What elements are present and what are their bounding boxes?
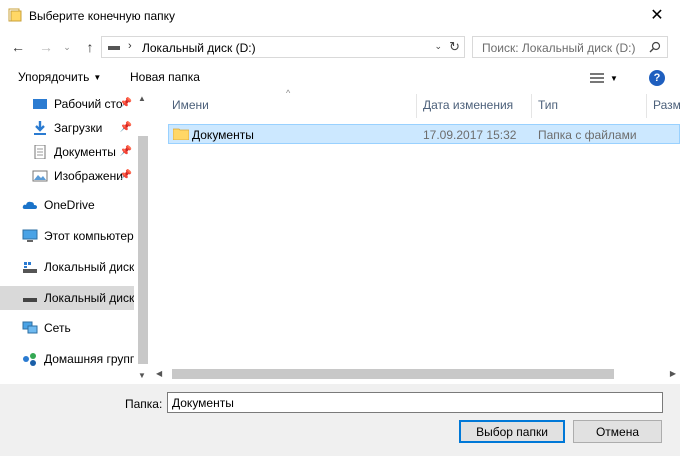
forward-arrow-icon[interactable]: → [36, 38, 56, 56]
organize-button[interactable]: Упорядочить ▼ [18, 70, 101, 84]
search-input[interactable]: Поиск: Локальный диск (D:) [482, 41, 635, 55]
sidebar-item-this-pc[interactable]: Этот компьютер [0, 224, 134, 248]
select-folder-button[interactable]: Выбор папки [459, 420, 565, 443]
file-list-horizontal-scrollbar[interactable]: ◀ ▶ [152, 366, 680, 382]
sidebar-item-label: Этот компьютер [44, 229, 134, 243]
scroll-up-icon[interactable]: ▲ [138, 94, 146, 103]
address-dropdown-icon[interactable]: ⌄ [434, 41, 442, 52]
help-icon[interactable]: ? [649, 70, 665, 86]
network-icon [22, 321, 38, 334]
search-icon[interactable] [649, 41, 661, 53]
refresh-icon[interactable]: ↻ [449, 39, 460, 55]
documents-icon [34, 145, 46, 159]
column-divider[interactable] [646, 94, 647, 118]
sidebar-item-label: Локальный диск [44, 291, 134, 305]
address-bar[interactable]: › Локальный диск (D:) ⌄ ↻ [101, 36, 465, 58]
pictures-icon [32, 170, 48, 182]
column-header-size[interactable]: Разм [653, 92, 680, 118]
drive-icon [23, 298, 37, 302]
sidebar-item-label: OneDrive [44, 198, 95, 212]
file-date: 17.09.2017 15:32 [423, 128, 517, 142]
chevron-down-icon: ▼ [610, 73, 618, 83]
sidebar-item-label: Изображени [54, 169, 123, 183]
sidebar-item-desktop[interactable]: Рабочий сто 📌 [0, 92, 134, 116]
sidebar-item-label: Сеть [44, 321, 71, 335]
sidebar-item-label: Домашняя групп [44, 352, 134, 366]
sidebar-item-label: Документы [54, 145, 116, 159]
folder-name-input[interactable] [167, 392, 663, 413]
download-icon [34, 121, 46, 135]
close-button[interactable]: ✕ [634, 0, 680, 30]
sidebar-item-label: Рабочий сто [54, 97, 123, 111]
new-folder-button[interactable]: Новая папка [130, 70, 200, 84]
pin-icon[interactable]: 📌 [120, 98, 132, 109]
breadcrumb-path[interactable]: Локальный диск (D:) [142, 41, 256, 55]
table-row[interactable]: Документы 17.09.2017 15:32 Папка с файла… [168, 124, 680, 144]
drive-icon [108, 46, 120, 50]
column-divider[interactable] [531, 94, 532, 118]
scroll-left-icon[interactable]: ◀ [156, 369, 162, 378]
scrollbar-thumb[interactable] [138, 136, 148, 364]
column-header-name[interactable]: Имени [172, 92, 416, 118]
cancel-button[interactable]: Отмена [573, 420, 662, 443]
up-arrow-icon[interactable]: ↑ [80, 38, 100, 56]
pin-icon[interactable]: 📌 [120, 146, 132, 157]
command-toolbar: Упорядочить ▼ Новая папка ▼ [0, 63, 680, 91]
drive-icon [23, 262, 37, 273]
sidebar-item-label: Загрузки [54, 121, 103, 135]
search-box[interactable]: Поиск: Локальный диск (D:) [472, 36, 668, 58]
sidebar-item-onedrive[interactable]: OneDrive [0, 193, 134, 217]
view-details-icon [590, 73, 604, 83]
column-divider[interactable] [416, 94, 417, 118]
column-header-date[interactable]: Дата изменения [423, 92, 531, 118]
cloud-icon [22, 201, 37, 209]
folder-icon [173, 128, 189, 140]
chevron-down-icon: ▼ [93, 73, 102, 82]
back-arrow-icon[interactable]: ← [8, 38, 28, 56]
file-type: Папка с файлами [538, 128, 637, 142]
file-name: Документы [192, 128, 254, 142]
sidebar-item-documents[interactable]: Документы 📌 [0, 140, 134, 164]
sidebar-item-homegroup[interactable]: Домашняя групп [0, 347, 134, 371]
scrollbar-thumb[interactable] [172, 369, 614, 379]
scroll-down-icon[interactable]: ▼ [138, 371, 146, 380]
column-header-type[interactable]: Тип [538, 92, 646, 118]
sidebar-item-local-disk-c[interactable]: Локальный диск [0, 255, 134, 279]
navigation-pane-scrollbar[interactable]: ▲ ▼ [135, 92, 151, 382]
organize-label: Упорядочить [18, 70, 90, 84]
desktop-icon [33, 99, 47, 109]
title-bar: Выберите конечную папку ✕ [0, 0, 680, 32]
pin-icon[interactable]: 📌 [120, 170, 132, 181]
view-options-button[interactable]: ▼ [590, 70, 624, 86]
sidebar-item-network[interactable]: Сеть [0, 316, 134, 340]
sidebar-item-local-disk-d[interactable]: Локальный диск [0, 286, 134, 310]
homegroup-icon [23, 353, 36, 366]
window-title: Выберите конечную папку [29, 9, 176, 23]
recent-locations-chevron-icon[interactable]: ⌄ [60, 38, 74, 56]
pin-icon[interactable]: 📌 [120, 122, 132, 133]
breadcrumb-separator-icon[interactable]: › [128, 40, 132, 52]
folder-field-label: Папка: [125, 397, 163, 411]
sidebar-item-pictures[interactable]: Изображени 📌 [0, 164, 134, 188]
computer-icon [22, 229, 38, 242]
scroll-right-icon[interactable]: ▶ [670, 369, 676, 378]
navigation-pane: Рабочий сто 📌 Загрузки 📌 Документы 📌 Изо… [0, 92, 150, 382]
sidebar-item-downloads[interactable]: Загрузки 📌 [0, 116, 134, 140]
sidebar-item-label: Локальный диск [44, 260, 134, 274]
file-list: ^ Имени Дата изменения Тип Разм Документ… [152, 88, 680, 382]
folder-title-icon [8, 8, 22, 22]
